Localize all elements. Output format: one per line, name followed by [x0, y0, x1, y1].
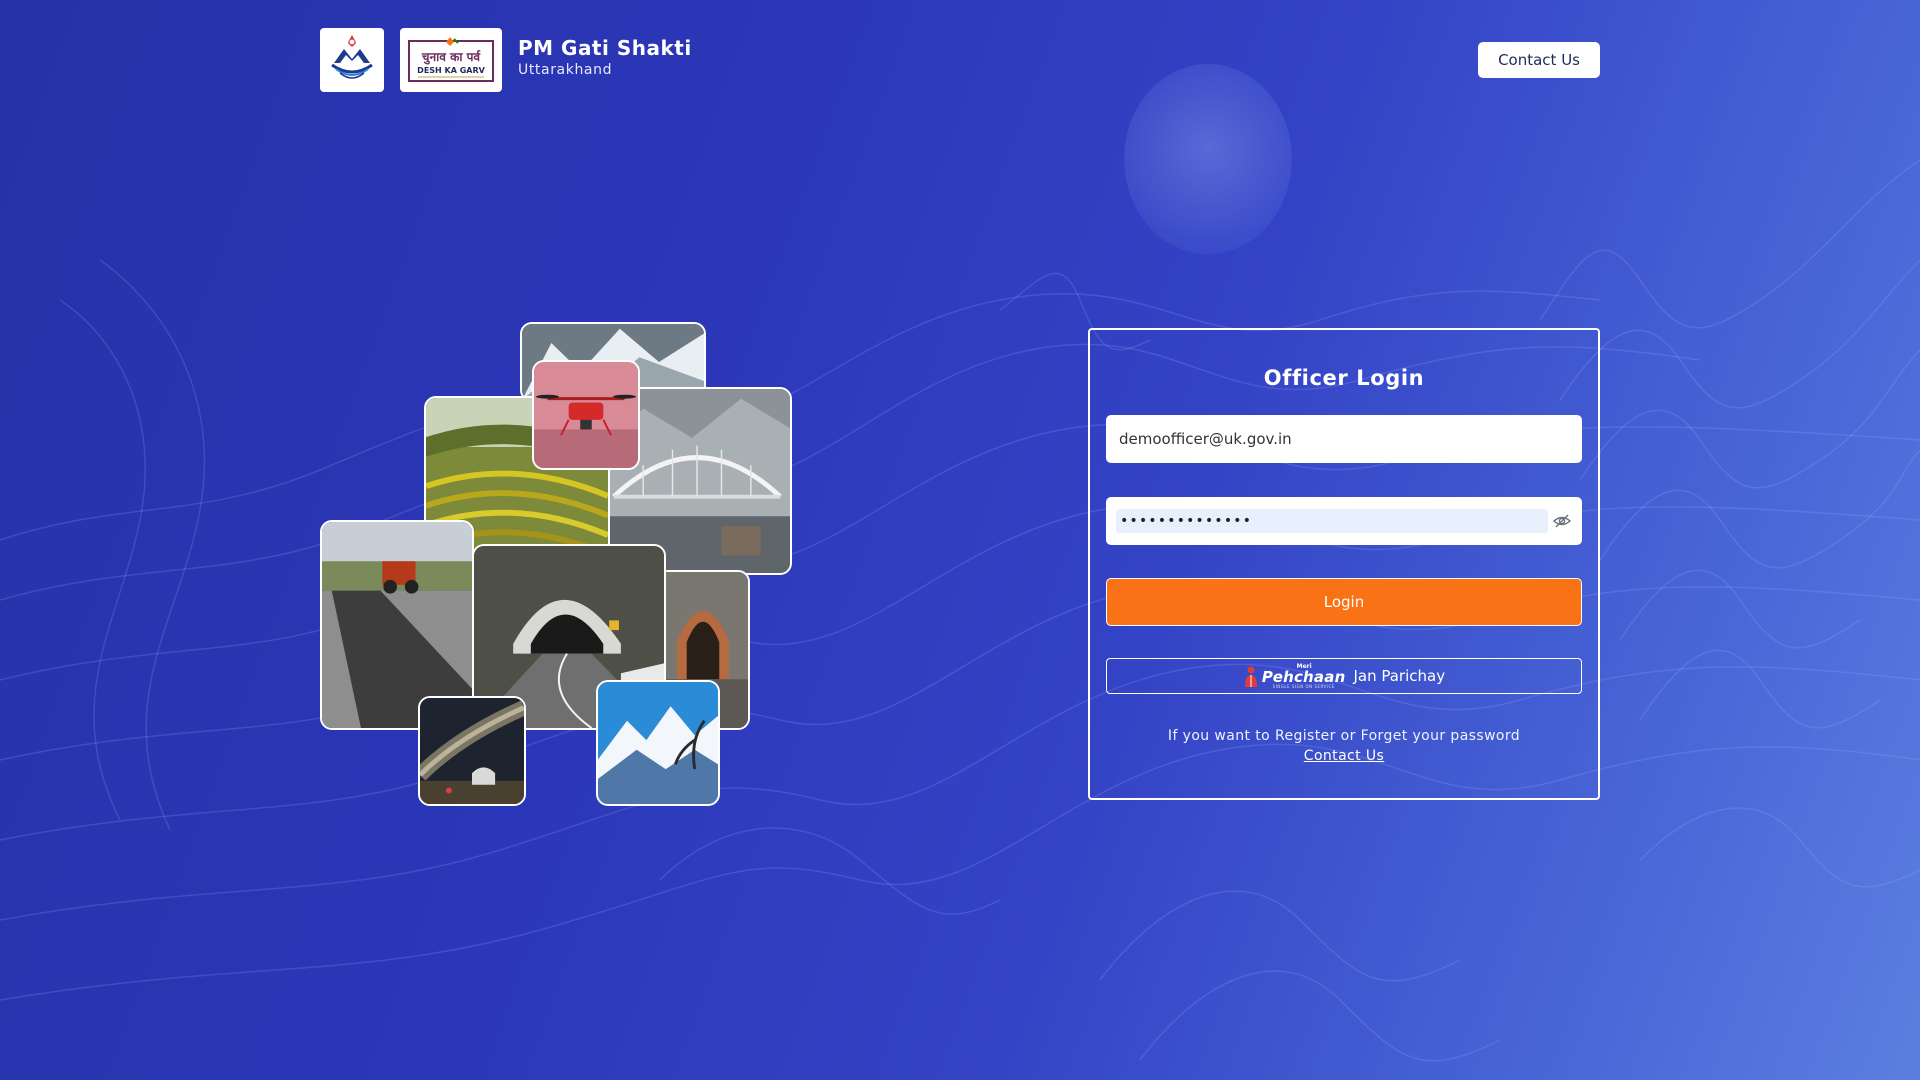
uttarakhand-emblem-icon	[331, 35, 373, 79]
login-title: Officer Login	[1263, 366, 1425, 390]
jan-parichay-button[interactable]: Meri Pehchaan SINGLE SIGN ON SERVICE Jan…	[1106, 658, 1582, 694]
uttarakhand-emblem-logo	[320, 28, 384, 92]
officer-login-card: Officer Login Login Meri Pehchaan	[1088, 328, 1600, 800]
background-glow-circle	[1124, 64, 1292, 254]
help-contact-us-link[interactable]: Contact Us	[1304, 748, 1384, 764]
header: चुनाव का पर्व DESH KA GARV PM Gati Shakt…	[320, 28, 1600, 92]
pehchaan-person-icon	[1244, 666, 1257, 687]
contact-us-button[interactable]: Contact Us	[1478, 42, 1600, 78]
password-autofill-highlight	[1116, 509, 1548, 533]
password-input[interactable]	[1116, 509, 1548, 533]
help-text-block: If you want to Register or Forget your p…	[1090, 726, 1598, 766]
red-drone-photo	[532, 360, 640, 470]
email-input[interactable]	[1106, 415, 1582, 463]
login-button[interactable]: Login	[1106, 578, 1582, 626]
pehchaan-tagline: SINGLE SIGN ON SERVICE	[1272, 683, 1335, 689]
pehchaan-wordmark: Meri Pehchaan SINGLE SIGN ON SERVICE	[1261, 663, 1346, 689]
desh-ka-garv-logo: चुनाव का पर्व DESH KA GARV	[400, 28, 502, 92]
brand-subtitle: Uttarakhand	[518, 62, 613, 78]
photo-collage	[320, 322, 792, 806]
eye-slash-icon[interactable]	[1552, 511, 1572, 531]
desh-ka-garv-icon: चुनाव का पर्व DESH KA GARV	[408, 37, 494, 82]
password-field-container	[1106, 497, 1582, 545]
snow-peaks-photo	[596, 680, 720, 806]
background-contour-pattern	[0, 159, 1920, 1062]
meri-pehchaan-logo: Meri Pehchaan SINGLE SIGN ON SERVICE	[1243, 663, 1346, 689]
email-field-container	[1106, 415, 1582, 463]
brand-title: PM Gati Shakti	[518, 36, 692, 60]
logo-english-text: DESH KA GARV	[417, 66, 485, 75]
help-message: If you want to Register or Forget your p…	[1167, 728, 1521, 744]
pehchaan-brand-text: Pehchaan	[1261, 667, 1346, 686]
milky-way-observatory-photo	[418, 696, 526, 806]
brand: PM Gati Shakti Uttarakhand	[518, 36, 692, 78]
jan-parichay-label: Jan Parichay	[1353, 667, 1446, 685]
logo-hindi-text: चुनाव का पर्व	[421, 50, 482, 65]
